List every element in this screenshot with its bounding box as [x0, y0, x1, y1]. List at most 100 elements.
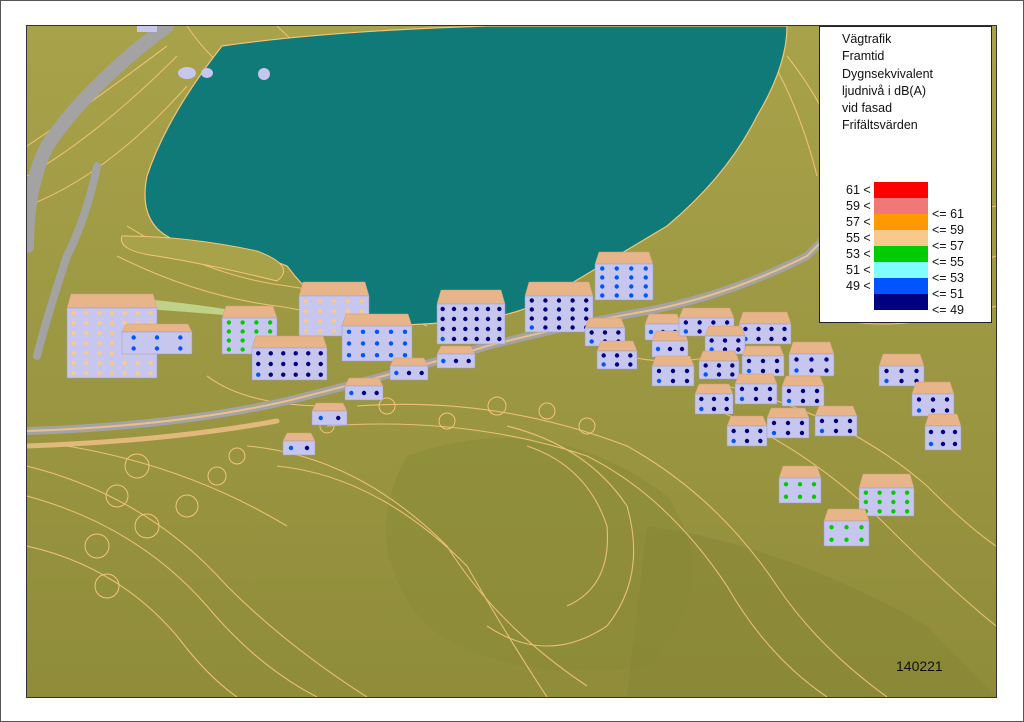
receiver-point: [402, 352, 408, 358]
building: [698, 350, 740, 380]
receiver-point: [899, 378, 904, 384]
receiver-point: [406, 370, 412, 376]
building-facade: [911, 393, 955, 417]
receiver-point: [96, 340, 102, 346]
receiver-point: [600, 266, 605, 271]
receiver-point: [317, 308, 323, 314]
building-roof: [924, 413, 962, 427]
receiver-point: [794, 368, 799, 373]
receiver-point: [451, 336, 457, 342]
receiver-point: [303, 328, 309, 334]
receiver-point: [71, 350, 76, 356]
receiver-point: [930, 408, 936, 413]
receiver-point: [345, 298, 351, 304]
receiver-point: [756, 326, 761, 332]
legend-row: <= 49: [820, 294, 993, 317]
receiver-point: [600, 284, 605, 289]
receiver-point: [466, 358, 471, 364]
receiver-point: [769, 336, 774, 342]
receiver-point: [331, 328, 337, 334]
receiver-point: [543, 298, 548, 303]
receiver-point: [914, 368, 919, 374]
receiver-point: [799, 420, 805, 426]
receiver-point: [629, 266, 634, 271]
receiver-point: [529, 307, 534, 312]
receiver-point: [96, 310, 102, 316]
receiver-point: [240, 347, 245, 352]
receiver-point: [556, 316, 562, 321]
building-roof: [341, 313, 413, 327]
receiver-point: [771, 420, 777, 426]
receiver-point: [71, 320, 76, 326]
receiver-point: [643, 266, 648, 271]
building-roof: [436, 289, 506, 305]
building-roof: [678, 307, 735, 319]
receiver-point: [440, 316, 445, 322]
receiver-point: [453, 358, 459, 364]
building-facade: [823, 520, 870, 547]
building-roof: [298, 281, 370, 297]
receiver-point: [346, 352, 352, 358]
receiver-point: [711, 406, 717, 412]
receiver-point: [84, 320, 89, 326]
receiver-point: [833, 418, 839, 424]
receiver-point: [288, 445, 294, 451]
legend-swatch: [874, 198, 928, 214]
receiver-point: [109, 330, 115, 336]
receiver-point: [683, 320, 689, 325]
receiver-point: [318, 351, 323, 356]
building: [311, 402, 348, 426]
receiver-point: [71, 370, 76, 376]
receiver-point: [293, 351, 298, 356]
receiver-point: [667, 346, 673, 352]
building: [878, 353, 925, 387]
receiver-point: [628, 353, 633, 358]
receiver-point: [361, 390, 367, 396]
receiver-point: [711, 320, 716, 325]
receiver-point: [944, 408, 950, 413]
receiver-point: [84, 330, 89, 336]
receiver-point: [884, 378, 889, 384]
building: [341, 313, 413, 362]
building: [524, 281, 594, 333]
legend-upper-bound: <= 49: [932, 303, 964, 317]
receiver-point: [306, 351, 311, 356]
building: [596, 340, 638, 370]
legend-swatch: [874, 278, 928, 294]
receiver-point: [359, 308, 365, 314]
receiver-point: [293, 361, 298, 367]
receiver-point: [303, 308, 309, 314]
receiver-point: [928, 429, 934, 435]
building: [858, 473, 915, 517]
legend-title-line: Framtid: [842, 49, 885, 64]
legend-lower-bound: 55 <: [846, 231, 871, 245]
receiver-point: [614, 293, 619, 298]
receiver-point: [833, 428, 839, 434]
receiver-point: [844, 525, 849, 530]
receiver-point: [240, 338, 245, 343]
building: [781, 375, 825, 407]
legend-lower-bound: 51 <: [846, 263, 871, 277]
receiver-point: [643, 275, 648, 280]
receiver-point: [800, 398, 806, 404]
receiver-point: [683, 329, 689, 334]
building: [282, 432, 316, 456]
receiver-point: [760, 358, 766, 364]
receiver-point: [226, 347, 232, 352]
receiver-point: [891, 509, 896, 514]
receiver-point: [629, 275, 634, 280]
receiver-point: [463, 306, 468, 312]
building-roof: [282, 432, 316, 442]
receiver-point: [84, 350, 89, 356]
receiver-point: [318, 372, 323, 377]
receiver-point: [71, 340, 76, 346]
receiver-point: [485, 336, 491, 342]
receiver-point: [474, 336, 479, 342]
receiver-point: [96, 330, 102, 336]
receiver-point: [304, 445, 310, 451]
receiver-point: [317, 318, 323, 324]
receiver-point: [109, 370, 115, 376]
receiver-point: [600, 275, 605, 280]
building-roof: [584, 317, 626, 329]
building-facade: [924, 425, 962, 451]
